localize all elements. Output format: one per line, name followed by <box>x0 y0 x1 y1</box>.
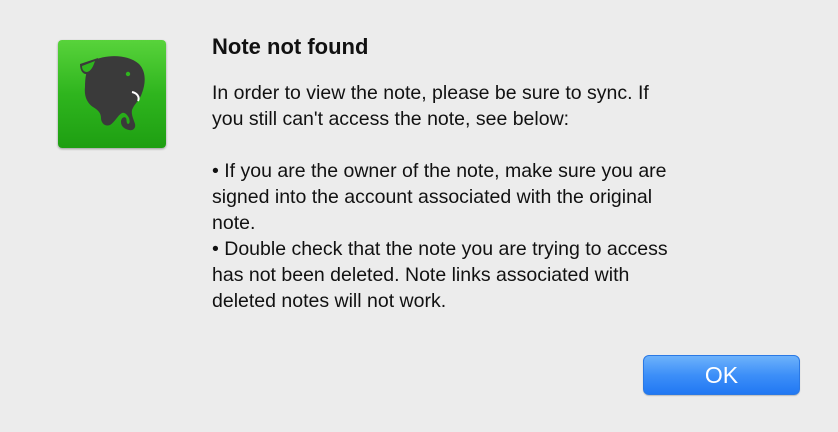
message-line: has not been deleted. Note links associa… <box>212 264 630 286</box>
message-line: note. <box>212 212 256 234</box>
note-not-found-dialog: Note not found In order to view the note… <box>0 0 838 432</box>
evernote-elephant-icon <box>58 40 166 148</box>
dialog-title: Note not found <box>212 34 369 59</box>
dialog-message: In order to view the note, please be sur… <box>212 80 812 314</box>
message-line: signed into the account associated with … <box>212 186 653 208</box>
message-line: In order to view the note, please be sur… <box>212 82 649 104</box>
message-line: deleted notes will not work. <box>212 290 447 312</box>
message-line: • If you are the owner of the note, make… <box>212 160 667 182</box>
message-line: you still can't access the note, see bel… <box>212 108 570 130</box>
message-line: • Double check that the note you are try… <box>212 238 668 260</box>
ok-button[interactable]: OK <box>643 355 800 395</box>
